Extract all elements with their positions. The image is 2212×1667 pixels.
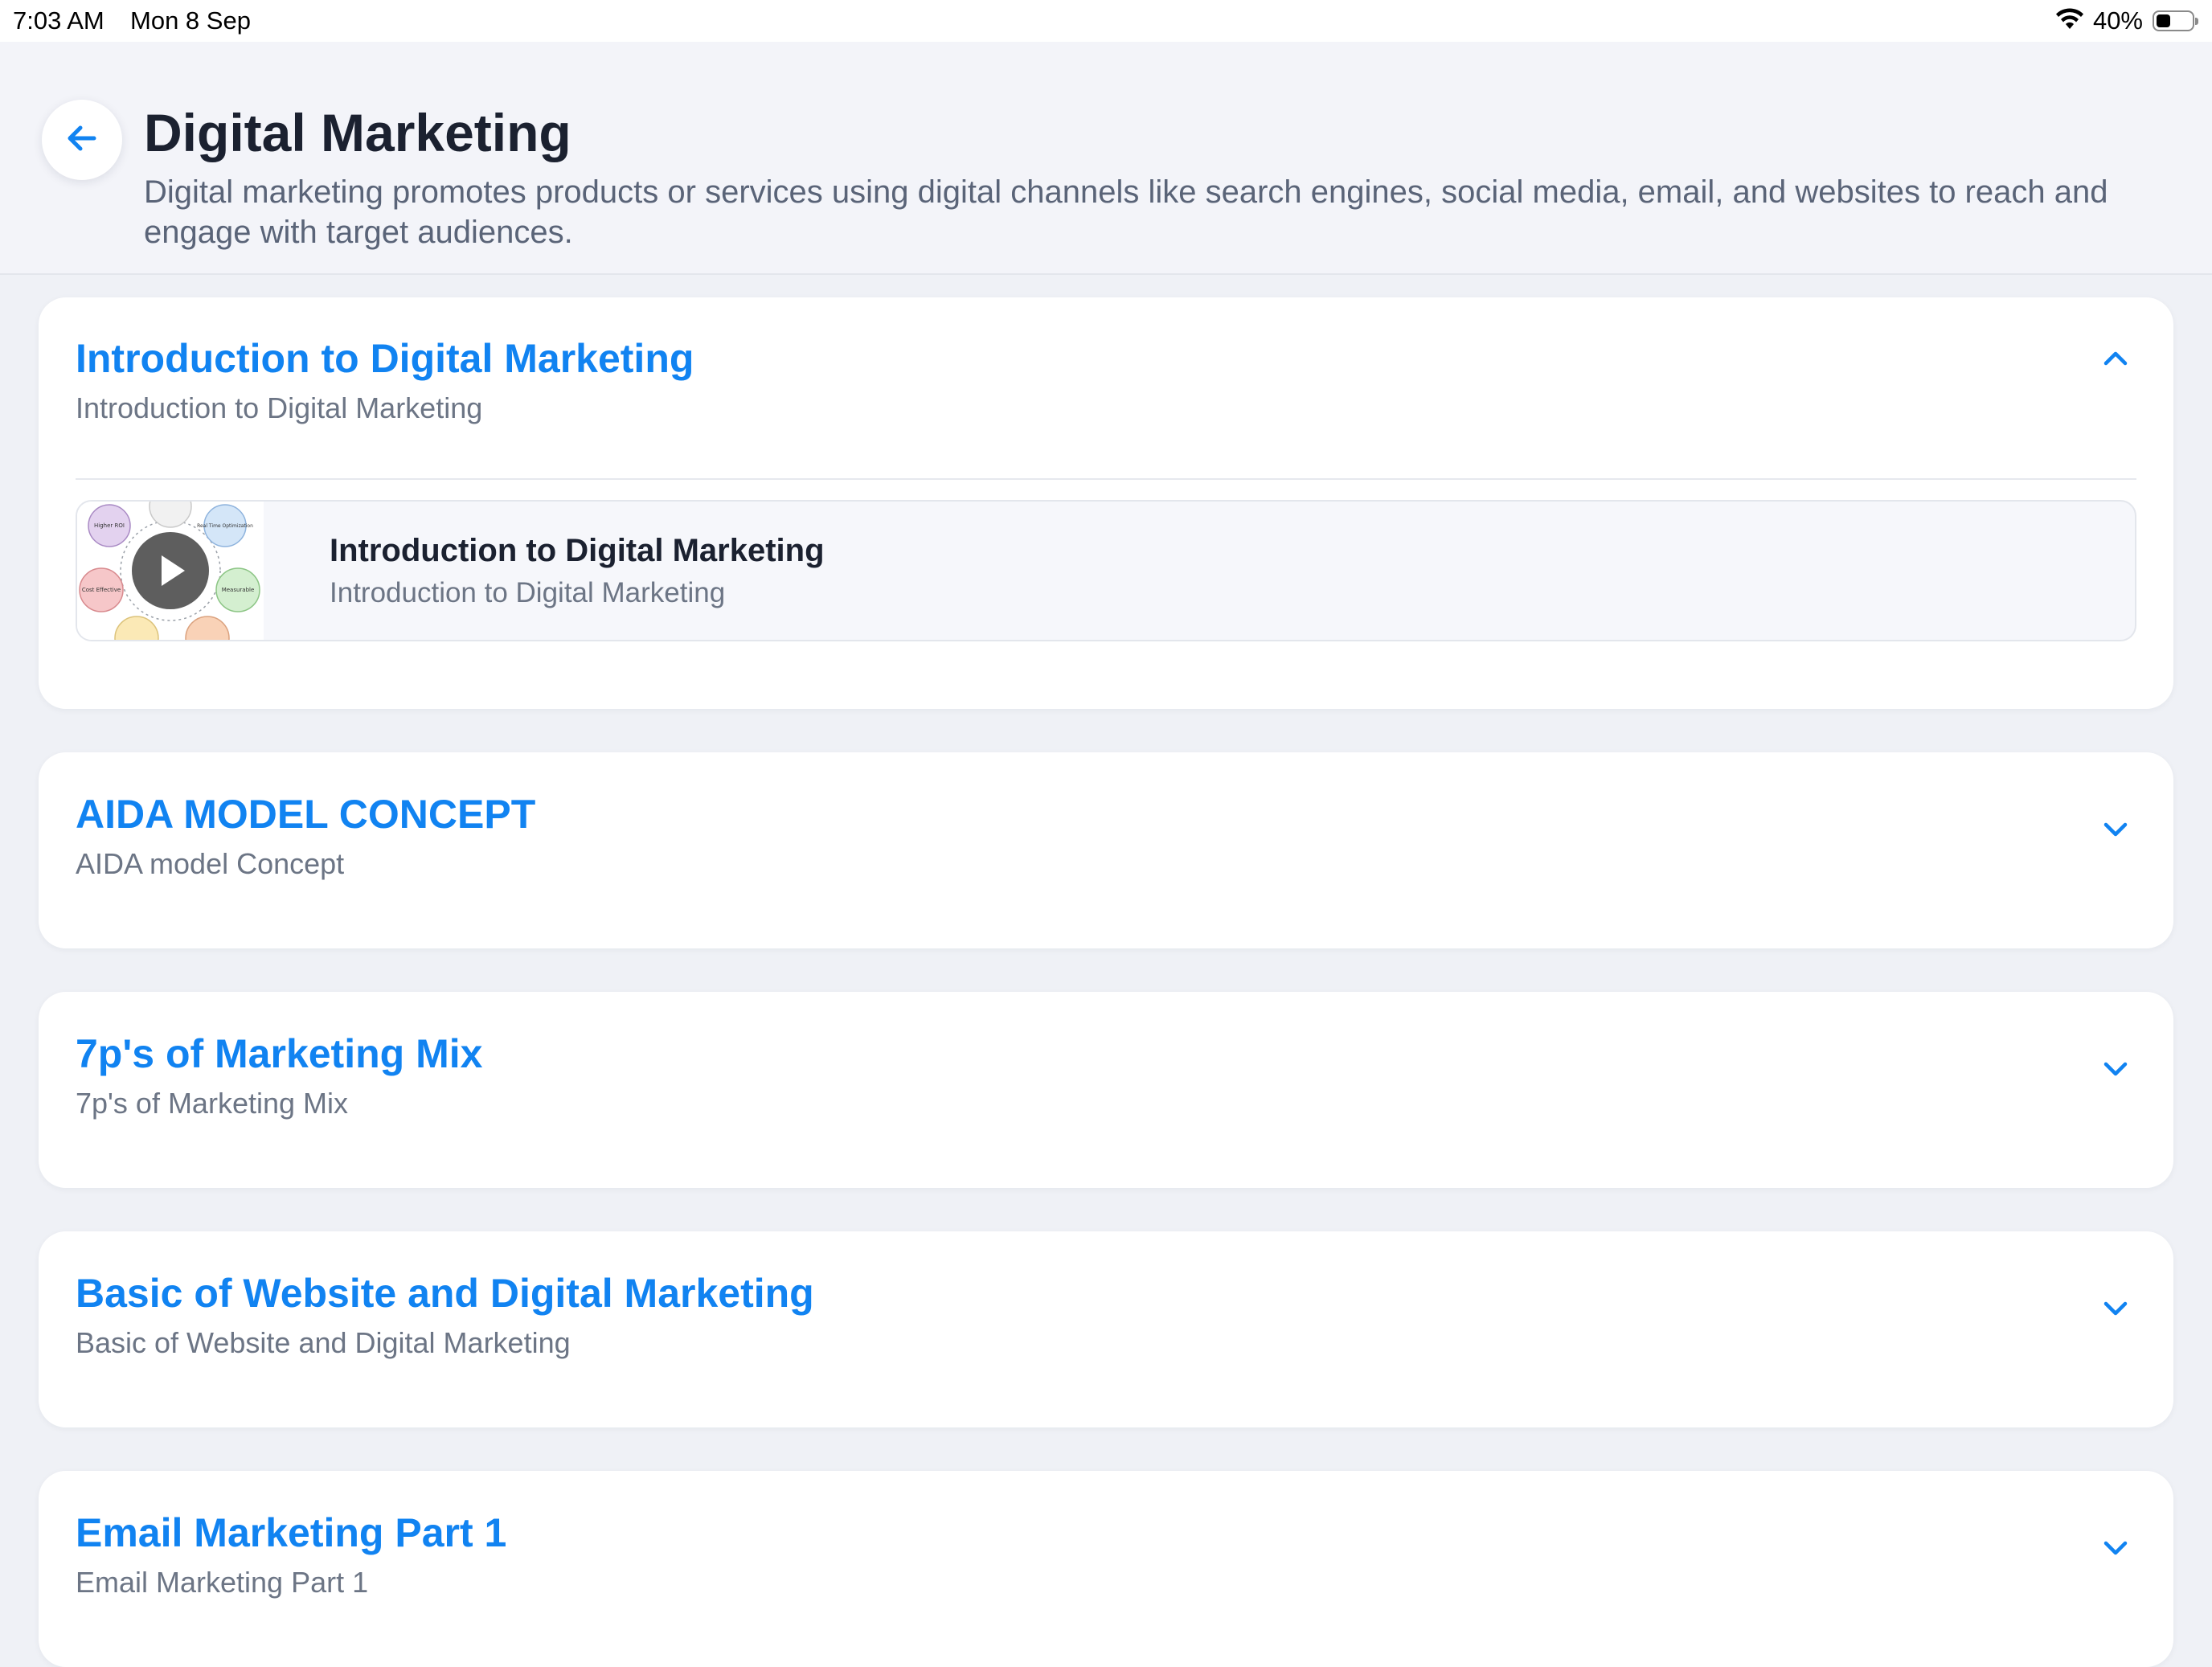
chevron-down-icon[interactable] — [2099, 1053, 2132, 1085]
module-title[interactable]: Basic of Website and Digital Marketing — [76, 1269, 814, 1317]
page-header: Digital Marketing Digital marketing prom… — [0, 42, 2212, 275]
module-title[interactable]: AIDA MODEL CONCEPT — [76, 790, 535, 838]
module-card-aida[interactable]: AIDA MODEL CONCEPT AIDA model Concept — [39, 752, 2173, 948]
chevron-up-icon[interactable] — [2099, 342, 2132, 375]
module-subtitle: 7p's of Marketing Mix — [76, 1087, 348, 1120]
module-title[interactable]: Introduction to Digital Marketing — [76, 334, 694, 383]
thumb-label: Higher ROI — [94, 522, 125, 529]
divider — [76, 478, 2136, 480]
battery-nub — [2195, 18, 2198, 25]
module-subtitle: AIDA model Concept — [76, 847, 345, 880]
module-card-email[interactable]: Email Marketing Part 1 Email Marketing P… — [39, 1471, 2173, 1667]
module-card-website[interactable]: Basic of Website and Digital Marketing B… — [39, 1231, 2173, 1427]
module-card-intro: Introduction to Digital Marketing Introd… — [39, 297, 2173, 709]
thumb-label: Real Time Optimization — [197, 523, 253, 529]
chevron-down-icon[interactable] — [2099, 813, 2132, 846]
battery-percent: 40% — [2092, 6, 2143, 35]
status-time: 7:03 AM — [13, 6, 104, 35]
module-title[interactable]: Email Marketing Part 1 — [76, 1509, 506, 1557]
lesson-item[interactable]: Higher ROI Real Time Optimization Cost E… — [76, 500, 2136, 641]
status-date: Mon 8 Sep — [130, 6, 251, 35]
thumb-label: Cost Effective — [82, 587, 121, 593]
chevron-down-icon[interactable] — [2099, 1292, 2132, 1325]
lesson-title[interactable]: Introduction to Digital Marketing — [330, 530, 825, 571]
back-button[interactable] — [42, 100, 122, 180]
status-indicators: 40% — [2054, 5, 2198, 37]
battery-fill — [2157, 14, 2170, 27]
module-subtitle: Email Marketing Part 1 — [76, 1566, 369, 1599]
module-card-7ps[interactable]: 7p's of Marketing Mix 7p's of Marketing … — [39, 992, 2173, 1188]
page-title: Digital Marketing — [144, 103, 571, 162]
wifi-icon — [2054, 7, 2085, 35]
arrow-left-icon — [63, 120, 100, 161]
lesson-subtitle: Introduction to Digital Marketing — [330, 577, 726, 608]
thumb-label: Measurable — [222, 587, 255, 593]
status-bar: 7:03 AM Mon 8 Sep 40% — [0, 0, 2212, 42]
lesson-thumbnail[interactable]: Higher ROI Real Time Optimization Cost E… — [77, 502, 264, 640]
module-subtitle: Basic of Website and Digital Marketing — [76, 1326, 571, 1359]
battery-icon — [2153, 10, 2198, 31]
page-description: Digital marketing promotes products or s… — [144, 174, 2108, 250]
module-title[interactable]: 7p's of Marketing Mix — [76, 1030, 482, 1078]
module-subtitle: Introduction to Digital Marketing — [76, 391, 483, 424]
chevron-down-icon[interactable] — [2099, 1532, 2132, 1564]
